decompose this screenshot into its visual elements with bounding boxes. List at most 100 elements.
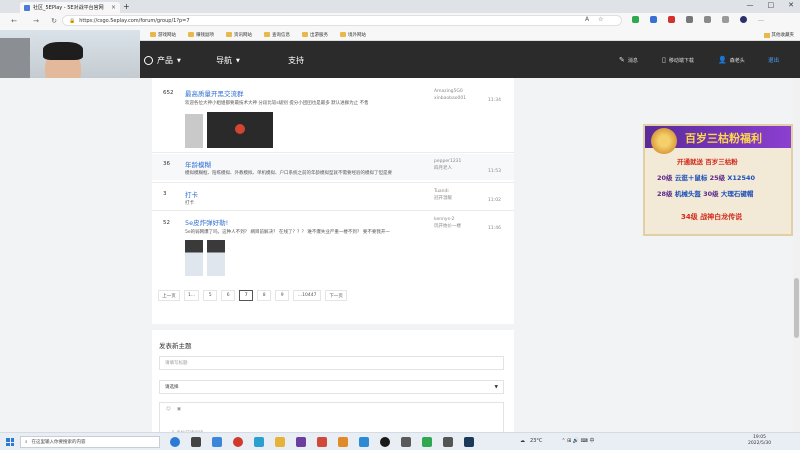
app-icon[interactable]: [359, 437, 369, 447]
close-tab-icon[interactable]: ×: [111, 4, 116, 11]
last-page-button[interactable]: ...10447: [293, 290, 322, 301]
more-menu-icon[interactable]: …: [758, 16, 764, 23]
page-scrollbar[interactable]: [793, 78, 800, 432]
emoji-icon[interactable]: ☺: [166, 407, 171, 412]
post-title[interactable]: 年龄模糊: [185, 159, 211, 169]
read-aloud-icon[interactable]: A: [585, 16, 589, 23]
app-icon[interactable]: [422, 437, 432, 447]
taskbar-search[interactable]: ⌕ 在这里输入你要搜索的内容: [20, 436, 160, 448]
app-icon[interactable]: [338, 437, 348, 447]
app-icon[interactable]: [233, 437, 243, 447]
extension-red-icon[interactable]: [668, 16, 675, 23]
url-field[interactable]: 🔒 https://csgo.5eplay.com/forum/group/1?…: [62, 15, 622, 26]
post-item[interactable]: 36 年龄模糊 模拟模糊框、陪练模拟、外教模拟、单机模拟、户口系统之前的年龄模拟…: [152, 154, 514, 180]
post-image-thumbnail[interactable]: [207, 112, 273, 148]
windows-taskbar: ⌕ 在这里输入你要搜索的内容 ☁ 23°C ⌃ ⊞ 🔊 ⌨ 中 19:05 20…: [0, 432, 800, 450]
system-tray: ☁ 23°C ⌃ ⊞ 🔊 ⌨ 中: [520, 437, 595, 445]
next-page-button[interactable]: 下一页: [325, 290, 348, 301]
post-author[interactable]: kennys-2 玩开始价一楼: [434, 216, 461, 230]
post-title[interactable]: 打卡: [185, 189, 198, 199]
page-button[interactable]: 9: [275, 290, 290, 301]
post-author[interactable]: pepper1231 四月老人: [434, 158, 461, 172]
messages-link[interactable]: ✎ 消息: [619, 56, 638, 64]
bookmark-folder[interactable]: 资讯网站: [226, 32, 252, 38]
ad-reward-row: 28级 机械头盔 30级 大理石键帽: [657, 190, 754, 198]
folder-icon: [302, 32, 308, 37]
bookmark-folder[interactable]: 查询信息: [264, 32, 290, 38]
chevron-down-icon: ▼: [494, 384, 498, 390]
profile-avatar[interactable]: [740, 16, 747, 23]
favorite-star-icon[interactable]: ☆: [598, 16, 603, 23]
post-image-thumbnail[interactable]: [207, 240, 225, 276]
extension-grey-icon[interactable]: [686, 16, 693, 23]
edge-icon[interactable]: [170, 437, 180, 447]
app-icon[interactable]: [443, 437, 453, 447]
browser-tab[interactable]: 社区_5EPlay - 5E对战平台官网 ×: [20, 2, 120, 13]
prev-page-button[interactable]: 上一页: [158, 290, 180, 301]
post-image-thumbnail[interactable]: [185, 114, 203, 148]
favorites-icon[interactable]: [704, 16, 711, 23]
refresh-icon[interactable]: ↻: [48, 17, 60, 25]
app-icon[interactable]: [317, 437, 327, 447]
post-snippet: 欢迎各位大神小姐姐都要最技术大神 分段比较s级别 提分小团团也是最多 默认进群为…: [185, 101, 369, 106]
app-icon[interactable]: [401, 437, 411, 447]
post-item[interactable]: 52 5e皮炸弹好勒! 5e的弱网爆了吗，这种人不到？ 網目前解决？ 在线了？？…: [152, 212, 514, 280]
bookmark-folder[interactable]: 游戏网站: [150, 32, 176, 38]
taskbar-apps: [170, 437, 474, 447]
topic-title-input[interactable]: 请填写标题: [159, 356, 504, 370]
mobile-download-link[interactable]: ▯ 移动端下载: [662, 56, 694, 64]
page-button[interactable]: 6: [221, 290, 236, 301]
extension-shield-icon[interactable]: [632, 16, 639, 23]
user-menu[interactable]: 👤 森老头: [718, 56, 745, 64]
post-author[interactable]: Tuandi 冠开温暖: [434, 188, 452, 202]
folder-icon[interactable]: [275, 437, 285, 447]
task-view-icon[interactable]: [191, 437, 201, 447]
promo-ad-banner[interactable]: 百岁三枯粉福利 开通就送 百岁三枯粉 20级 云逛＋鼠标 25级 X12540 …: [643, 124, 793, 236]
collections-icon[interactable]: [722, 16, 729, 23]
weather-temp[interactable]: 23°C: [530, 438, 542, 444]
post-snippet: 打卡: [185, 201, 194, 206]
page-button[interactable]: 5: [203, 290, 218, 301]
app-icon[interactable]: [212, 437, 222, 447]
tray-icons[interactable]: ⌃ ⊞ 🔊 ⌨ 中: [561, 437, 594, 444]
post-item[interactable]: 3 打卡 打卡 Tuandi 冠开温暖 11:02: [152, 184, 514, 208]
address-bar: ← → ↻ 🔒 https://csgo.5eplay.com/forum/gr…: [0, 13, 800, 29]
post-title[interactable]: 最高质量开黑交流群: [185, 88, 244, 98]
bookmark-folder[interactable]: 出游服务: [302, 32, 328, 38]
category-select[interactable]: 请选择 ▼: [159, 380, 504, 394]
tab-title: 社区_5EPlay - 5E对战平台官网: [33, 5, 104, 11]
bookmark-folder[interactable]: 赚钱副项: [188, 32, 214, 38]
start-button[interactable]: [6, 438, 14, 446]
products-menu[interactable]: 产品 ▼: [144, 55, 181, 66]
app-icon[interactable]: [380, 437, 390, 447]
logo-icon: [144, 56, 153, 65]
close-window-icon[interactable]: ✕: [788, 1, 794, 9]
clock[interactable]: 19:05 2022/5/30: [748, 435, 771, 447]
support-link[interactable]: 支持: [288, 55, 304, 66]
page-button[interactable]: 8: [257, 290, 272, 301]
forward-icon[interactable]: →: [30, 17, 42, 25]
ad-line: 开通就送 百岁三枯粉: [677, 158, 738, 166]
minimize-icon[interactable]: —: [747, 1, 754, 9]
chevron-down-icon: ▼: [177, 57, 181, 64]
page-button[interactable]: 1...: [184, 290, 200, 301]
post-snippet: 5e的弱网爆了吗，这种人不到？ 網目前解决？ 在线了？？？ 难不爆失业严重一楼不…: [185, 230, 390, 235]
app-icon[interactable]: [254, 437, 264, 447]
back-icon[interactable]: ←: [8, 17, 20, 25]
post-author[interactable]: Amazing5G0 xinbaobao001: [434, 88, 466, 102]
nav-menu[interactable]: 导航 ▼: [216, 55, 240, 66]
image-icon[interactable]: ▣: [177, 407, 181, 412]
logout-link[interactable]: 退出: [768, 56, 779, 64]
app-icon[interactable]: [296, 437, 306, 447]
new-tab-button[interactable]: +: [123, 2, 130, 11]
maximize-icon[interactable]: □: [768, 1, 775, 9]
current-page-button[interactable]: 7: [239, 290, 254, 301]
user-icon: 👤: [718, 56, 727, 64]
post-title[interactable]: 5e皮炸弹好勒!: [185, 217, 228, 227]
post-image-thumbnail[interactable]: [185, 240, 203, 276]
extension-blue-icon[interactable]: [650, 16, 657, 23]
other-bookmarks[interactable]: 其他收藏夹: [763, 32, 794, 38]
post-item[interactable]: 652 最高质量开黑交流群 欢迎各位大神小姐姐都要最技术大神 分段比较s级别 提…: [152, 78, 514, 152]
bookmark-folder[interactable]: 境外网站: [340, 32, 366, 38]
steam-icon[interactable]: [464, 437, 474, 447]
